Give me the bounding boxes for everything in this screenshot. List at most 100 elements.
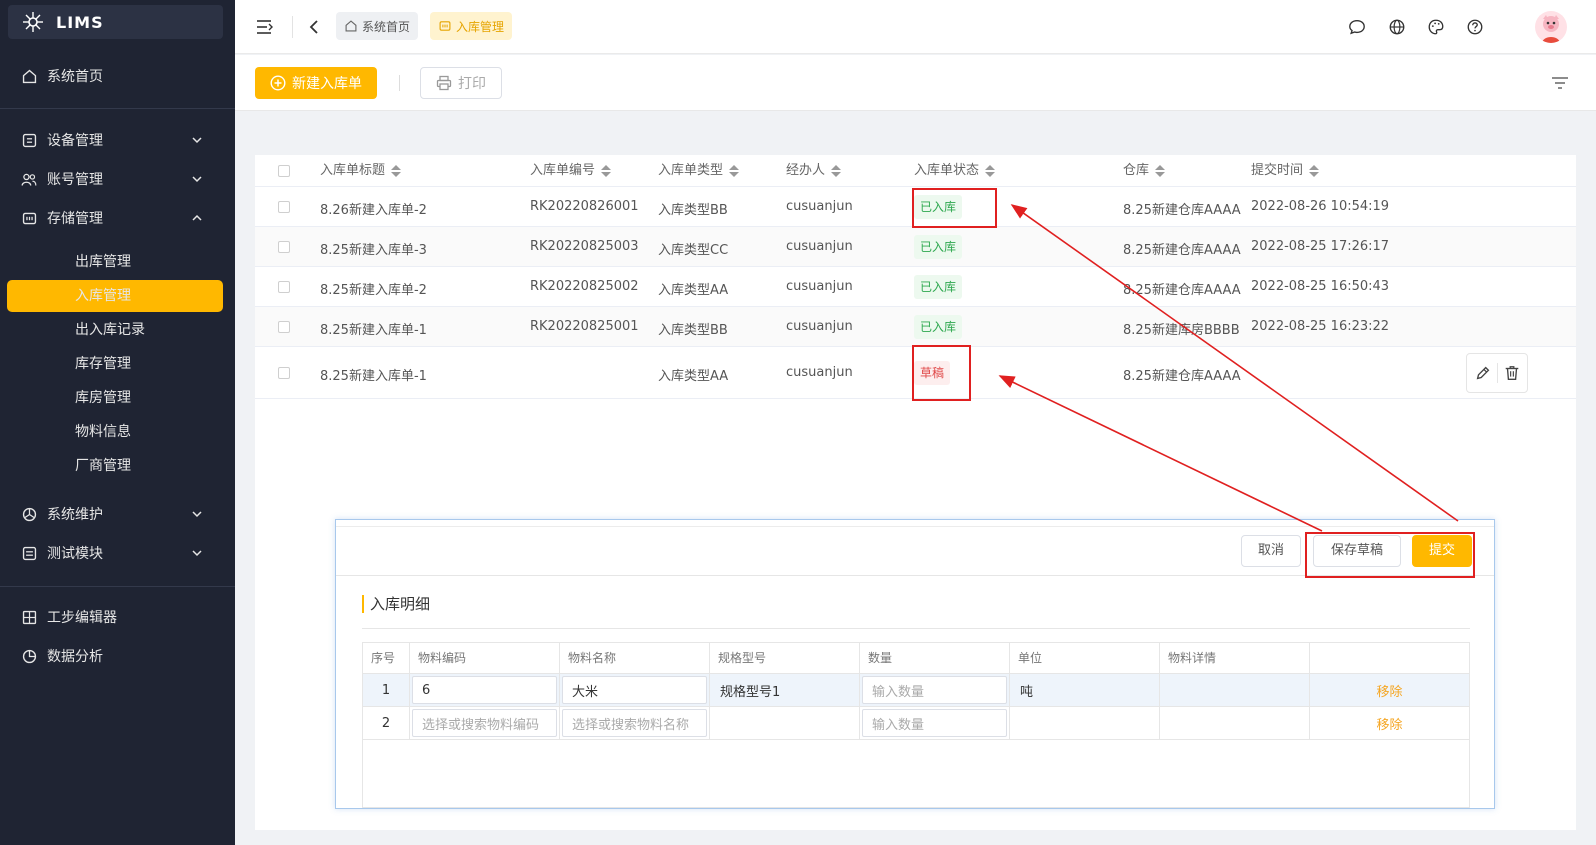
edit-icon[interactable]	[1474, 364, 1492, 382]
column-label: 入库单标题	[320, 163, 386, 178]
new-inbound-button[interactable]: 新建入库单	[255, 67, 377, 99]
delete-icon[interactable]	[1503, 364, 1521, 382]
sidebar-item-device[interactable]: 设备管理	[0, 122, 235, 158]
cancel-button[interactable]: 取消	[1241, 535, 1301, 567]
detail-column-header: 数量	[860, 643, 1010, 673]
sidebar-divider	[0, 586, 235, 587]
chat-icon[interactable]	[1347, 17, 1367, 37]
sidebar-item-accounts[interactable]: 账号管理	[0, 161, 235, 197]
material-name-input[interactable]: 大米	[562, 676, 707, 704]
column-label: 入库单编号	[530, 163, 596, 178]
cell-code: RK20220825002	[530, 279, 639, 294]
sidebar-item-label: 存储管理	[47, 211, 103, 227]
cell-time: 2022-08-25 17:26:17	[1251, 239, 1390, 254]
column-header-time[interactable]: 提交时间	[1251, 155, 1320, 187]
action-divider	[1496, 363, 1498, 383]
sidebar: LIMS 系统首页 设备管理 账号管理 存储管理 出库管理 入库管理 出入库记录…	[0, 0, 235, 845]
detail-table: 序号 物料编码 物料名称 规格型号 数量 单位 物料详情 1 6 大米 规格型号…	[362, 642, 1470, 808]
sidebar-subitem-warehouse[interactable]: 库房管理	[75, 383, 131, 413]
sort-icon	[985, 165, 996, 177]
row-checkbox[interactable]	[278, 201, 290, 213]
print-button[interactable]: 打印	[420, 67, 502, 99]
header-divider	[292, 16, 293, 38]
row-checkbox[interactable]	[278, 241, 290, 253]
column-header-status[interactable]: 入库单状态	[914, 155, 996, 187]
table-row[interactable]: 8.25新建入库单-3 RK20220825003 入库类型CC cusuanj…	[255, 227, 1576, 267]
cell-time: 2022-08-25 16:50:43	[1251, 279, 1390, 294]
printer-icon	[436, 75, 452, 91]
sidebar-item-test-module[interactable]: 测试模块	[0, 535, 235, 571]
column-header-warehouse[interactable]: 仓库	[1123, 155, 1166, 187]
sidebar-subitem-inbound[interactable]: 入库管理	[75, 281, 131, 311]
breadcrumb-label: 入库管理	[456, 19, 505, 34]
select-all-checkbox[interactable]	[278, 165, 290, 177]
sidebar-subitem-materials[interactable]: 物料信息	[75, 417, 131, 447]
sidebar-item-label: 账号管理	[47, 172, 103, 188]
app-name: LIMS	[56, 12, 104, 32]
breadcrumb-home[interactable]: 系统首页	[336, 12, 419, 40]
material-code-input[interactable]: 6	[412, 676, 557, 704]
test-module-icon	[20, 544, 38, 562]
cell-handler: cusuanjun	[786, 279, 853, 294]
filter-icon[interactable]	[1550, 73, 1570, 93]
cell-time: 2022-08-26 10:54:19	[1251, 199, 1390, 214]
column-header-title[interactable]: 入库单标题	[320, 155, 402, 187]
row-checkbox[interactable]	[278, 367, 290, 379]
quantity-input[interactable]: 输入数量	[862, 709, 1007, 737]
row-checkbox[interactable]	[278, 321, 290, 333]
sidebar-subitem-inout-records[interactable]: 出入库记录	[75, 315, 145, 345]
column-label: 仓库	[1123, 163, 1150, 178]
column-header-handler[interactable]: 经办人	[786, 155, 842, 187]
remove-link[interactable]: 移除	[1376, 681, 1402, 700]
table-header: 入库单标题 入库单编号 入库单类型 经办人 入库单状态 仓库 提交时间	[255, 155, 1576, 187]
home-icon	[20, 67, 38, 85]
quantity-input[interactable]: 输入数量	[862, 676, 1007, 704]
sidebar-subitem-vendors[interactable]: 厂商管理	[75, 451, 131, 481]
sidebar-item-step-editor[interactable]: 工步编辑器	[0, 599, 235, 635]
table-row[interactable]: 8.25新建入库单-1 RK20220825001 入库类型BB cusuanj…	[255, 307, 1576, 347]
cell-time: 2022-08-25 16:23:22	[1251, 319, 1390, 334]
cell-title: 8.25新建入库单-1	[320, 369, 427, 384]
users-icon	[20, 170, 38, 188]
table-row[interactable]: 8.25新建入库单-2 RK20220825002 入库类型AA cusuanj…	[255, 267, 1576, 307]
cell-handler: cusuanjun	[786, 319, 853, 334]
sidebar-subitem-inventory[interactable]: 库存管理	[75, 349, 131, 379]
sort-icon	[729, 165, 740, 177]
sidebar-item-label: 数据分析	[47, 649, 103, 665]
new-inbound-label: 新建入库单	[292, 76, 362, 92]
sidebar-subitem-outbound[interactable]: 出库管理	[75, 247, 131, 277]
cell-title: 8.25新建入库单-3	[320, 243, 427, 258]
column-header-type[interactable]: 入库单类型	[658, 155, 740, 187]
sidebar-item-data-analysis[interactable]: 数据分析	[0, 638, 235, 674]
quantity-cell: 输入数量	[860, 674, 1010, 706]
sidebar-item-label: 系统维护	[47, 507, 103, 523]
column-label: 经办人	[786, 163, 826, 178]
storage-icon	[20, 209, 38, 227]
column-header-code[interactable]: 入库单编号	[530, 155, 612, 187]
remove-link[interactable]: 移除	[1376, 714, 1402, 733]
chevron-up-icon	[192, 214, 202, 221]
cell-type: 入库类型CC	[658, 243, 729, 258]
cell-warehouse: 8.25新建仓库AAAA	[1123, 203, 1241, 218]
material-name-input[interactable]: 选择或搜索物料名称	[562, 709, 707, 737]
globe-icon[interactable]	[1387, 17, 1407, 37]
material-name-cell: 选择或搜索物料名称	[560, 707, 710, 739]
breadcrumb-inbound[interactable]: 入库管理	[430, 12, 513, 40]
user-avatar[interactable]	[1535, 11, 1567, 43]
sidebar-item-maintenance[interactable]: 系统维护	[0, 496, 235, 532]
cell-type: 入库类型AA	[658, 283, 729, 298]
row-checkbox[interactable]	[278, 281, 290, 293]
sidebar-item-home[interactable]: 系统首页	[0, 58, 235, 94]
app-logo[interactable]: LIMS	[8, 5, 223, 39]
palette-icon[interactable]	[1426, 17, 1446, 37]
sidebar-item-storage[interactable]: 存储管理	[0, 200, 235, 236]
storage-icon	[438, 19, 452, 33]
help-icon[interactable]	[1465, 17, 1485, 37]
cell-title: 8.25新建入库单-1	[320, 323, 427, 338]
cell-code: RK20220825001	[530, 319, 639, 334]
back-arrow-icon[interactable]	[304, 17, 324, 37]
material-code-input[interactable]: 选择或搜索物料编码	[412, 709, 557, 737]
pie-chart-icon	[20, 647, 38, 665]
collapse-menu-icon[interactable]	[255, 17, 275, 37]
detail-row: 1 6 大米 规格型号1 输入数量 吨 移除	[363, 673, 1469, 706]
